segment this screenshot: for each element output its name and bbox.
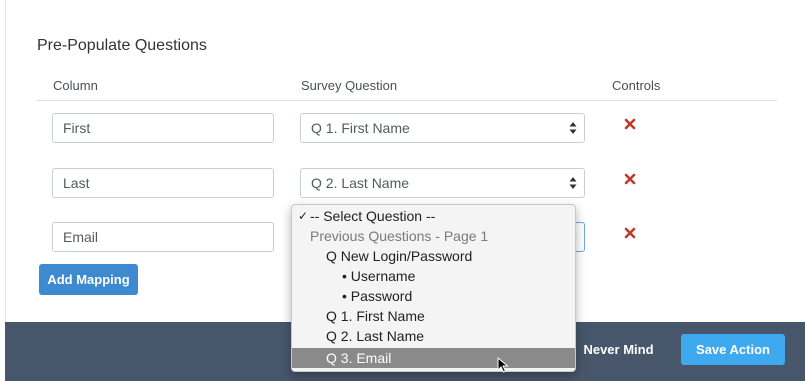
add-mapping-button[interactable]: Add Mapping [39,264,138,295]
header-divider [37,100,777,101]
delete-row-icon[interactable] [624,226,636,239]
delete-row-icon[interactable] [624,172,636,185]
question-select-1[interactable]: Q 1. First Name [300,113,585,143]
select-arrows-icon [569,119,577,137]
column-input-2[interactable]: Last [52,168,274,198]
dropdown-option-select-question[interactable]: ✓ -- Select Question -- [292,206,575,226]
column-input-3[interactable]: Email [52,222,274,252]
column-header-controls: Controls [612,78,661,93]
column-header-survey-question: Survey Question [301,78,398,93]
question-select-2[interactable]: Q 2. Last Name [300,168,585,198]
question-select-value: Q 2. Last Name [311,175,410,191]
option-label: -- Select Question -- [310,208,436,224]
never-mind-button[interactable]: Never Mind [574,334,663,365]
mouse-cursor-icon [497,356,509,373]
dropdown-option-email[interactable]: Q 3. Email [292,348,575,368]
column-input-1[interactable]: First [52,113,274,143]
column-header-column: Column [53,78,98,93]
save-action-button[interactable]: Save Action [681,334,785,365]
dropdown-option-username[interactable]: • Username [292,266,575,286]
section-title: Pre-Populate Questions [37,37,207,54]
dropdown-option-password[interactable]: • Password [292,286,575,306]
select-arrows-icon [569,174,577,192]
dropdown-option-new-login[interactable]: Q New Login/Password [292,246,575,266]
dropdown-group-label: Previous Questions - Page 1 [310,228,489,244]
dropdown-option-last-name[interactable]: Q 2. Last Name [292,326,575,346]
left-border [5,0,6,322]
delete-row-icon[interactable] [624,117,636,130]
checkmark-icon: ✓ [298,209,309,223]
question-dropdown-menu: ✓ -- Select Question -- Previous Questio… [291,204,576,372]
question-select-value: Q 1. First Name [311,120,410,136]
dropdown-option-first-name[interactable]: Q 1. First Name [292,306,575,326]
